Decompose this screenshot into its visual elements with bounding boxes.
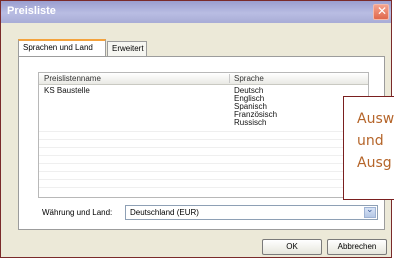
close-icon: ✕	[377, 4, 388, 18]
close-button[interactable]: ✕	[373, 4, 389, 20]
dropdown-button[interactable]: ⌄	[364, 205, 376, 218]
column-header-language[interactable]: Sprache	[234, 74, 264, 83]
row-divider	[39, 171, 368, 172]
price-list-table[interactable]: Preislistenname Sprache KS Baustelle Deu…	[38, 72, 369, 198]
ok-button[interactable]: OK	[262, 239, 322, 255]
row-divider	[39, 147, 368, 148]
callout-line: und	[357, 133, 384, 149]
currency-label: Währung und Land:	[42, 208, 113, 217]
tab-erweitert[interactable]: Erweitert	[107, 41, 147, 56]
table-header: Preislistenname Sprache	[39, 73, 368, 85]
cancel-button[interactable]: Abbrechen	[327, 239, 387, 255]
tab-sprachen-und-land[interactable]: Sprachen und Land	[18, 39, 106, 56]
column-divider	[229, 74, 230, 83]
window-title: Preisliste	[7, 5, 56, 17]
price-list-name[interactable]: KS Baustelle	[44, 87, 90, 95]
language-item[interactable]: Russisch	[234, 119, 266, 127]
row-divider	[39, 155, 368, 156]
row-divider	[39, 179, 368, 180]
row-divider	[39, 163, 368, 164]
currency-value: Deutschland (EUR)	[130, 208, 199, 217]
title-bar[interactable]: Preisliste ✕	[1, 1, 391, 23]
callout-line: Ausw	[357, 111, 394, 127]
row-divider	[39, 131, 368, 132]
column-header-name[interactable]: Preislistenname	[44, 74, 101, 83]
row-divider	[39, 139, 368, 140]
callout-box: Ausw und Ausg	[343, 96, 394, 200]
row-divider	[39, 187, 368, 188]
chevron-down-icon: ⌄	[366, 205, 374, 215]
callout-line: Ausg	[357, 155, 392, 171]
currency-select[interactable]: Deutschland (EUR) ⌄	[125, 205, 378, 220]
